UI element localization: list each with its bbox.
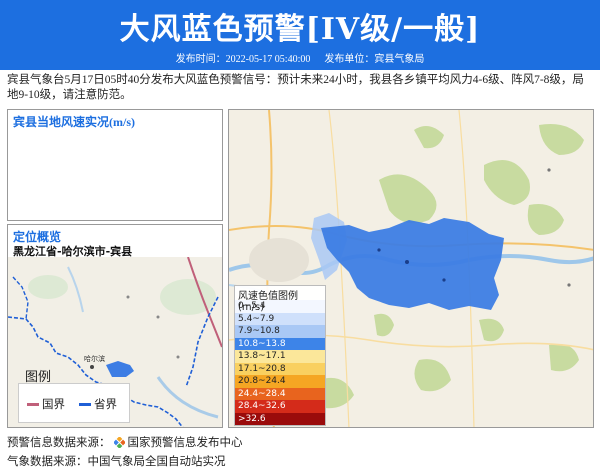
publish-unit: 发布单位：宾县气象局 xyxy=(324,54,425,65)
national-border-swatch xyxy=(27,402,39,406)
provincial-border-label: 省界 xyxy=(94,397,117,411)
warning-source-label: 预警信息数据来源： xyxy=(7,437,111,449)
warning-title: 大风蓝色预警[IV级/一般] xyxy=(119,12,481,47)
wind-legend-label: 13.8~17.1 xyxy=(238,351,286,361)
wind-legend-label: 24.4~28.4 xyxy=(238,388,286,399)
location-path: 黑龙江省-哈尔滨市-宾县 xyxy=(13,245,133,258)
city-label-harbin: 哈尔滨 xyxy=(84,354,105,363)
wind-legend-row: 20.8~24.4 xyxy=(235,375,325,388)
publish-info-bar: 发布时间：2022-05-17 05:40:00 发布单位：宾县气象局 xyxy=(0,52,600,70)
wind-legend-title: 风速色值图例 (m/s) xyxy=(238,291,298,313)
warning-description: 宾县气象台5月17日05时40分发布大风蓝色预警信号：预计未来24小时，我县各乡… xyxy=(7,74,584,101)
legend-provincial-border: 省界 xyxy=(79,396,117,412)
weather-source: 气象数据来源：中国气象局全国自动站实况 xyxy=(7,456,226,468)
warning-area-map[interactable]: 风速色值图例 (m/s) 0~5.4 5.4~7.9 7.9~10.8 10.8~13… xyxy=(228,109,594,428)
legend-national-border: 国界 xyxy=(27,396,65,412)
wind-legend-label: 17.1~20.8 xyxy=(238,363,286,374)
wind-speed-panel: 宾县当地风速实况(m/s) xyxy=(7,109,223,221)
national-border-label: 国界 xyxy=(42,397,65,411)
border-legend-title: 图例 xyxy=(25,370,52,385)
warning-source-name[interactable]: 国家预警信息发布中心 xyxy=(128,434,243,450)
wind-legend-row: >32.6 xyxy=(235,412,325,425)
wind-legend-row: 7.9~10.8 xyxy=(235,325,325,338)
nmc-logo-icon xyxy=(113,436,125,448)
wind-legend-row: 10.8~13.8 xyxy=(235,337,325,350)
wind-color-legend: 风速色值图例 (m/s) 0~5.4 5.4~7.9 7.9~10.8 10.8~13… xyxy=(234,285,326,426)
wind-legend-label: >32.6 xyxy=(238,413,266,424)
border-legend: 图例 国界 省界 xyxy=(18,370,130,423)
wind-legend-label: 10.8~13.8 xyxy=(238,338,286,349)
wind-speed-title: 宾县当地风速实况(m/s) xyxy=(13,115,135,129)
wind-legend-row: 5.4~7.9 xyxy=(235,312,325,325)
location-overview-panel: 定位概览 黑龙江省-哈尔滨市-宾县 哈尔滨 长春 图例 国界 xyxy=(7,224,223,428)
wind-legend-row: 24.4~28.4 xyxy=(235,387,325,400)
wind-legend-label: 28.4~32.6 xyxy=(238,401,286,411)
wind-legend-label: 20.8~24.4 xyxy=(238,376,286,386)
wind-legend-label: 0~5.4 xyxy=(238,301,266,311)
wind-legend-label: 5.4~7.9 xyxy=(238,313,275,324)
provincial-border-swatch xyxy=(79,402,91,406)
publish-time: 发布时间：2022-05-17 05:40:00 xyxy=(175,54,311,65)
wind-legend-row: 28.4~32.6 xyxy=(235,400,325,413)
wind-legend-label: 7.9~10.8 xyxy=(238,326,280,336)
warning-source: 预警信息数据来源： 国家预警信息发布中心 xyxy=(7,434,243,450)
wind-legend-row: 17.1~20.8 xyxy=(235,362,325,375)
warning-banner: 大风蓝色预警[IV级/一般] xyxy=(0,0,600,52)
wind-legend-row: 13.8~17.1 xyxy=(235,350,325,363)
